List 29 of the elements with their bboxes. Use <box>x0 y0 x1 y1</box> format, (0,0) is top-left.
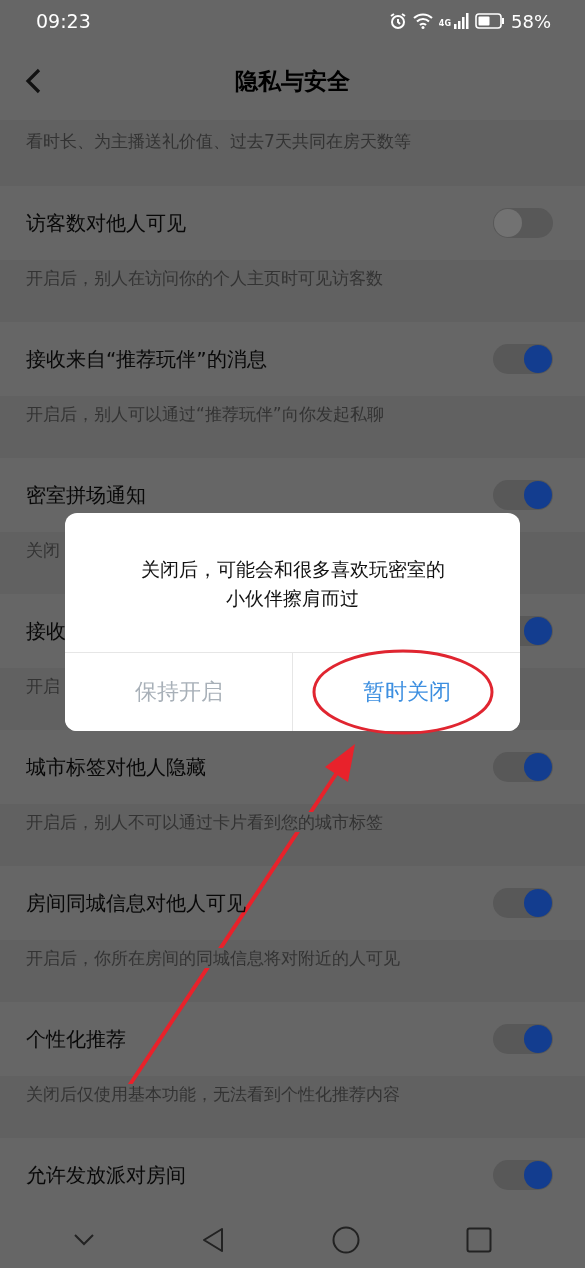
toggle-switch[interactable] <box>493 344 553 374</box>
toggle-switch[interactable] <box>493 1160 553 1190</box>
page-title: 隐私与安全 <box>235 66 350 96</box>
setting-title: 密室拼场通知 <box>26 481 146 509</box>
setting-title: 接收来自“推荐玩伴”的消息 <box>26 345 267 373</box>
toggle-switch[interactable] <box>493 208 553 238</box>
setting-title: 访客数对他人可见 <box>26 209 186 237</box>
setting-title: 个性化推荐 <box>26 1025 126 1053</box>
battery-percentage: 58% <box>511 10 551 32</box>
home-icon[interactable] <box>331 1226 360 1254</box>
signal-icon <box>453 13 469 29</box>
network-type: 4G <box>438 18 451 28</box>
toggle-switch[interactable] <box>493 752 553 782</box>
turn-off-button[interactable]: 暂时关闭 <box>292 653 520 731</box>
setting-title: 接收 <box>26 617 66 645</box>
setting-title: 房间同城信息对他人可见 <box>26 889 246 917</box>
setting-title: 允许发放派对房间 <box>26 1161 186 1189</box>
toggle-switch[interactable] <box>493 1024 553 1054</box>
back-icon[interactable] <box>201 1227 226 1253</box>
dialog-message: 关闭后，可能会和很多喜欢玩密室的小伙伴擦肩而过 <box>139 557 446 611</box>
chevron-down-icon[interactable] <box>73 1233 96 1247</box>
recents-icon[interactable] <box>465 1227 492 1253</box>
wifi-icon <box>412 13 433 29</box>
battery-icon <box>475 13 505 29</box>
status-time: 09:23 <box>36 10 91 32</box>
toggle-switch[interactable] <box>493 480 553 510</box>
setting-title: 城市标签对他人隐藏 <box>26 753 206 781</box>
alarm-icon <box>388 12 407 30</box>
toggle-switch[interactable] <box>493 888 553 918</box>
